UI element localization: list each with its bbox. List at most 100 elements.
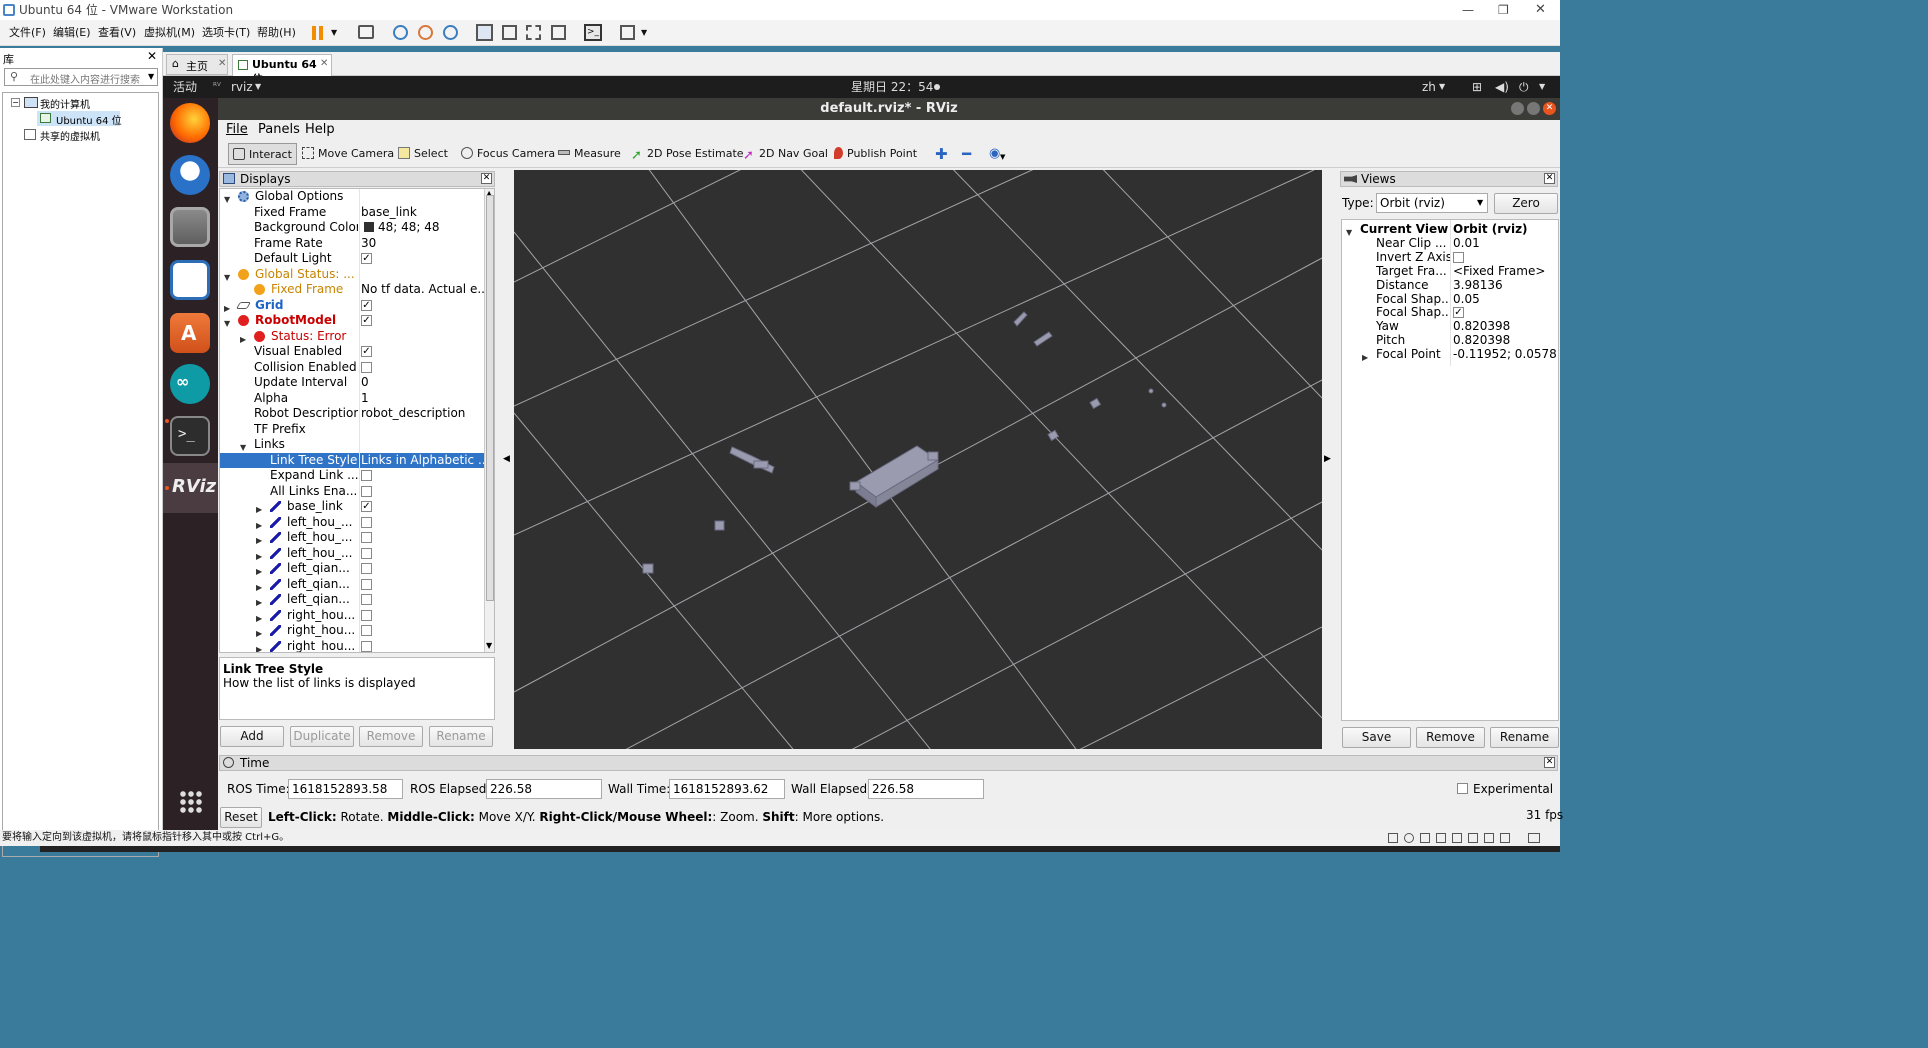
menu-file[interactable]: File: [226, 120, 248, 139]
rename-display-button[interactable]: Rename: [429, 726, 493, 747]
displays-row[interactable]: ▶ Grid ✓: [220, 298, 484, 314]
views-property-value[interactable]: -0.11952; 0.0578...: [1452, 347, 1558, 362]
displays-row[interactable]: Robot Description robot_description: [220, 406, 484, 422]
displays-checkbox[interactable]: [361, 470, 372, 481]
render-viewport[interactable]: [514, 170, 1322, 749]
displays-row[interactable]: ▶ right_hou...: [220, 639, 484, 652]
tab-home[interactable]: ⌂ 主页 ✕: [166, 54, 228, 75]
displays-checkbox[interactable]: [361, 485, 372, 497]
menu-tabs[interactable]: 选项卡(T): [202, 20, 250, 46]
displays-property-value[interactable]: 30: [360, 236, 484, 251]
network-adapter-icon[interactable]: [1420, 833, 1430, 843]
displays-checkbox[interactable]: [361, 609, 372, 621]
writer-icon[interactable]: [170, 260, 210, 300]
close-icon[interactable]: ✕: [1543, 102, 1556, 115]
firefox-icon[interactable]: [170, 103, 210, 143]
views-property-value[interactable]: 0.01: [1452, 236, 1558, 251]
thumbnail-view-icon[interactable]: [502, 25, 517, 40]
menu-view[interactable]: 查看(V): [98, 20, 136, 46]
displays-checkbox[interactable]: ✓: [361, 346, 372, 357]
tool-2d-pose-estimate[interactable]: ➚ 2D Pose Estimate: [627, 143, 748, 165]
displays-property-value[interactable]: 0: [360, 375, 484, 390]
message-icon[interactable]: [1500, 833, 1510, 843]
collapsed-arrow-icon[interactable]: ▶: [1362, 350, 1368, 365]
displays-row[interactable]: ▶ left_qian...: [220, 592, 484, 608]
displays-row[interactable]: All Links Ena...: [220, 484, 484, 500]
pause-icon[interactable]: [312, 26, 316, 40]
close-icon[interactable]: ✕: [320, 58, 328, 69]
close-icon[interactable]: ✕: [147, 49, 157, 63]
chevron-down-icon[interactable]: ▼: [1539, 76, 1545, 98]
menu-help[interactable]: Help: [305, 120, 335, 139]
displays-checkbox[interactable]: ✓: [361, 253, 372, 264]
displays-checkbox[interactable]: [361, 640, 372, 652]
displays-row[interactable]: Visual Enabled ✓: [220, 344, 484, 360]
chevron-down-icon[interactable]: ▼: [255, 76, 261, 98]
tool-move-camera[interactable]: Move Camera: [298, 143, 398, 165]
close-icon[interactable]: ✕: [218, 58, 226, 69]
menu-edit[interactable]: 编辑(E): [53, 20, 91, 46]
displays-checkbox[interactable]: ✓: [361, 315, 372, 326]
close-icon[interactable]: ✕: [1535, 0, 1546, 20]
ros-elapsed-field[interactable]: 226.58: [486, 779, 602, 799]
displays-checkbox[interactable]: ✓: [361, 299, 372, 311]
tool-select[interactable]: Select: [394, 143, 452, 165]
displays-row[interactable]: ▶ left_qian...: [220, 561, 484, 577]
show-applications-icon[interactable]: [179, 790, 203, 814]
displays-property-value[interactable]: 1: [360, 391, 484, 406]
close-icon[interactable]: ✕: [481, 173, 492, 184]
snapshot-icon[interactable]: [393, 25, 408, 40]
displays-row[interactable]: Link Tree Style Links in Alphabetic ...: [220, 452, 484, 468]
chevron-down-icon[interactable]: ▼: [1477, 194, 1483, 212]
input-method[interactable]: zh: [1422, 76, 1436, 98]
displays-row[interactable]: ▼ Links: [220, 437, 484, 453]
displays-checkbox[interactable]: [361, 594, 372, 605]
tab-ubuntu[interactable]: Ubuntu 64 位 ✕: [232, 54, 332, 86]
displays-scrollbar[interactable]: ▲ ▼: [484, 189, 494, 652]
duplicate-display-button[interactable]: Duplicate: [290, 726, 354, 747]
reset-button[interactable]: Reset: [220, 807, 262, 828]
displays-checkbox[interactable]: [361, 516, 372, 528]
hdd-icon[interactable]: [1388, 833, 1398, 843]
usb-icon[interactable]: [1436, 833, 1446, 843]
chevron-down-icon[interactable]: ▼: [641, 20, 647, 46]
displays-checkbox[interactable]: [361, 532, 372, 543]
terminal-icon[interactable]: >_: [170, 416, 210, 456]
experimental-checkbox[interactable]: [1457, 783, 1468, 794]
displays-row[interactable]: ▶ left_hou_...: [220, 515, 484, 531]
displays-property-value[interactable]: base_link: [360, 205, 484, 220]
remove-display-button[interactable]: Remove: [359, 726, 423, 747]
menu-panels[interactable]: Panels: [258, 120, 300, 139]
wall-time-field[interactable]: 1618152893.62: [669, 779, 785, 799]
displays-row[interactable]: ▶ left_qian...: [220, 577, 484, 593]
display-icon[interactable]: [1484, 833, 1494, 843]
network-icon[interactable]: ⊞: [1472, 76, 1482, 98]
displays-row[interactable]: Fixed Frame No tf data. Actual e...: [220, 282, 484, 298]
tool-focus-camera[interactable]: Focus Camera: [457, 143, 559, 165]
displays-row[interactable]: Default Light ✓: [220, 251, 484, 267]
clock[interactable]: 星期日 22：54: [851, 76, 933, 98]
collapse-left-icon[interactable]: ◀: [503, 454, 510, 464]
displays-checkbox[interactable]: [361, 361, 372, 373]
volume-icon[interactable]: ◀): [1495, 76, 1509, 98]
chevron-down-icon[interactable]: ▼: [148, 72, 154, 81]
displays-checkbox[interactable]: [361, 625, 372, 636]
chevron-down-icon[interactable]: ▼: [331, 20, 337, 46]
send-ctrl-alt-del-icon[interactable]: [358, 25, 374, 39]
snapshot-manager-icon[interactable]: [443, 25, 458, 40]
menu-vm[interactable]: 虚拟机(M): [144, 20, 195, 46]
tool-publish-point[interactable]: Publish Point: [830, 143, 921, 165]
console-view-icon[interactable]: >_: [584, 24, 602, 41]
remove-tool-icon[interactable]: ━: [962, 140, 971, 168]
displays-property-value[interactable]: 48; 48; 48: [360, 220, 484, 235]
restore-icon[interactable]: ❐: [1498, 0, 1509, 20]
maximize-icon[interactable]: [1527, 102, 1540, 115]
displays-row[interactable]: ▶ base_link ✓: [220, 499, 484, 515]
tool-interact[interactable]: Interact: [228, 143, 297, 165]
library-search[interactable]: ⚲ 在此处键入内容进行搜索 ▼: [4, 68, 158, 86]
displays-row[interactable]: Frame Rate 30: [220, 236, 484, 252]
views-property-value[interactable]: 0.05: [1452, 292, 1558, 307]
chevron-down-icon[interactable]: ▼: [1000, 143, 1005, 171]
tree-my-computer[interactable]: 我的计算机: [40, 96, 90, 111]
views-property-value[interactable]: 0.820398: [1452, 319, 1558, 334]
